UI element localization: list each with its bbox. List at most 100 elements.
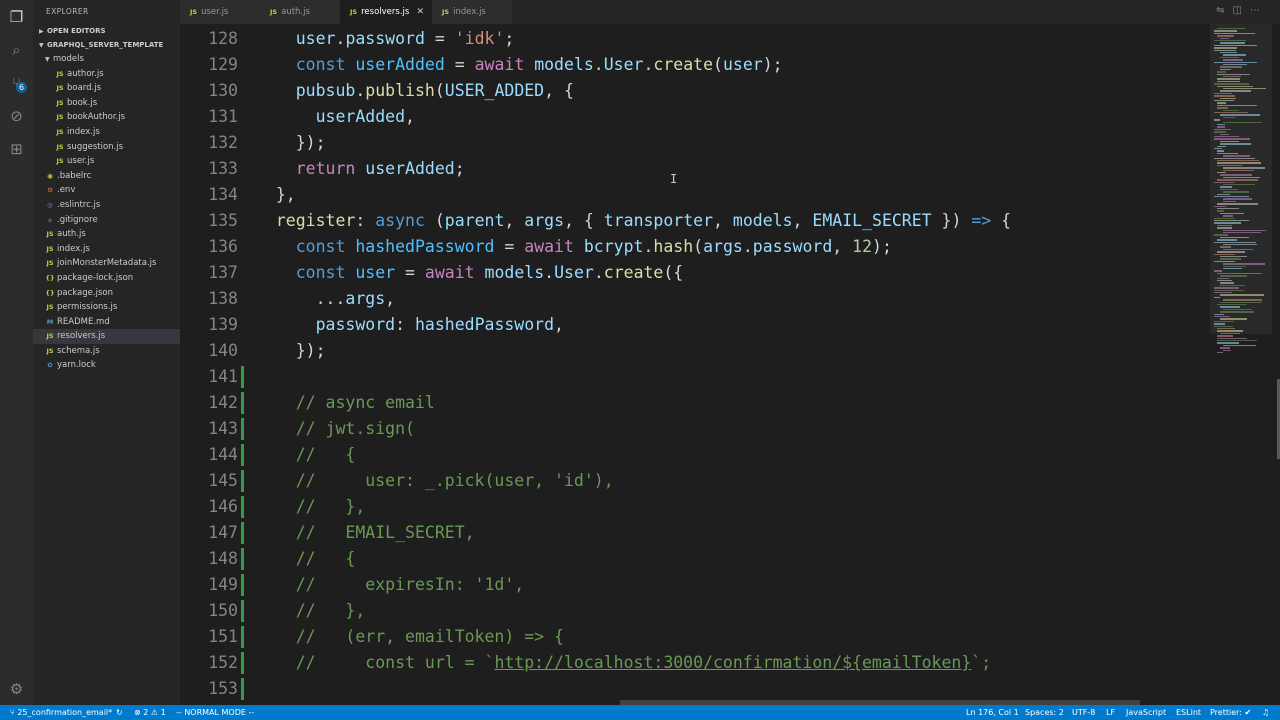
tab-auth-js[interactable]: JS auth.js xyxy=(260,0,340,24)
minimap-line xyxy=(1217,179,1258,181)
code-line: 135 register: async (parent, args, { tra… xyxy=(180,208,1280,234)
code-token: ... xyxy=(256,289,346,308)
minimap[interactable] xyxy=(1210,24,1272,705)
compare-icon[interactable]: ⇋ xyxy=(1216,5,1232,16)
tree-file[interactable]: JS index.js xyxy=(33,242,180,257)
minimap-line xyxy=(1220,294,1264,296)
tree-file[interactable]: JS auth.js xyxy=(33,227,180,242)
tree-file[interactable]: {} package-lock.json xyxy=(33,271,180,286)
js-file-icon: JS xyxy=(56,98,64,107)
tree-file[interactable]: JS user.js xyxy=(33,154,180,169)
code-text: userAdded, xyxy=(256,104,415,130)
code-token: // }, xyxy=(295,497,366,516)
files-icon[interactable]: ❐ xyxy=(0,0,33,33)
code-token: publish xyxy=(365,81,435,100)
source-control-icon[interactable]: ⑂ 6 xyxy=(0,66,33,99)
tree-file[interactable]: ✿ yarn.lock xyxy=(33,358,180,373)
vertical-scrollbar[interactable] xyxy=(1272,24,1280,705)
tree-file[interactable]: ◎ .eslintrc.js xyxy=(33,198,180,213)
tree-file[interactable]: ⚙ .env xyxy=(33,183,180,198)
extensions-icon[interactable]: ⊞ xyxy=(0,132,33,165)
minimap-line xyxy=(1214,260,1235,263)
project-section[interactable]: ▼ GRAPHQL_SERVER_TEMPLATE xyxy=(33,38,180,52)
line-number: 151 xyxy=(208,627,238,646)
minimap-line xyxy=(1217,164,1242,167)
close-icon[interactable]: ✕ xyxy=(416,0,424,24)
minimap-line xyxy=(1223,349,1231,351)
open-editors-section[interactable]: ▶ OPEN EDITORS xyxy=(33,24,180,38)
tab-index-js[interactable]: JS index.js xyxy=(432,0,512,24)
tree-item-label: author.js xyxy=(67,68,104,79)
minimap-line xyxy=(1217,124,1225,126)
prettier-status[interactable]: Prettier: ✔ xyxy=(1210,705,1251,720)
tree-file[interactable]: JS joinMonsterMetadata.js xyxy=(33,256,180,271)
indentation[interactable]: Spaces: 2 xyxy=(1025,705,1064,720)
tree-file[interactable]: JS author.js xyxy=(33,67,180,82)
encoding[interactable]: UTF-8 xyxy=(1072,705,1095,720)
line-ending[interactable]: LF xyxy=(1106,705,1115,720)
debug-icon[interactable]: ⊘ xyxy=(0,99,33,132)
tree-file[interactable]: ◉ .babelrc xyxy=(33,169,180,184)
minimap-line xyxy=(1217,172,1226,174)
more-icon[interactable]: ⋯ xyxy=(1250,5,1268,16)
tree-file[interactable]: JS bookAuthor.js xyxy=(33,110,180,125)
tree-file[interactable]: JS book.js xyxy=(33,96,180,111)
minimap-line xyxy=(1214,220,1249,222)
minimap-line xyxy=(1223,76,1241,78)
code-token: , xyxy=(554,315,564,334)
minimap-line xyxy=(1220,188,1238,191)
code-editor[interactable]: 128 user.password = 'idk'; 129 const user… xyxy=(180,24,1280,705)
js-file-icon: JS xyxy=(442,8,450,16)
tree-file[interactable]: JS resolvers.js xyxy=(33,329,180,344)
code-token: password xyxy=(315,315,396,334)
code-token: models xyxy=(534,55,594,74)
tree-file[interactable]: JS index.js xyxy=(33,125,180,140)
cursor-position[interactable]: Ln 176, Col 1 xyxy=(966,705,1019,720)
tree-folder[interactable]: ▼ models xyxy=(33,52,180,67)
search-icon[interactable]: ⌕ xyxy=(0,33,33,66)
minimap-line xyxy=(1214,100,1234,102)
tree-file[interactable]: JS schema.js xyxy=(33,344,180,359)
tree-item-label: .env xyxy=(57,185,76,196)
git-branch[interactable]: ⑂ 25_confirmation_email* xyxy=(10,705,112,720)
split-editor-icon[interactable]: ◫ xyxy=(1233,5,1250,16)
bell-icon[interactable]: ♫ xyxy=(1262,705,1269,720)
tree-file[interactable]: JS suggestion.js xyxy=(33,140,180,155)
code-token: : xyxy=(355,211,376,230)
added-line-marker xyxy=(241,678,244,700)
tree-file[interactable]: {} package.json xyxy=(33,286,180,301)
minimap-line xyxy=(1223,308,1252,311)
eslint-status[interactable]: ESLint xyxy=(1176,705,1201,720)
code-line: 142 // async email xyxy=(180,390,1280,416)
line-number: 129 xyxy=(208,55,238,74)
code-token: User xyxy=(554,263,594,282)
minimap-line xyxy=(1214,44,1257,47)
yarn-icon: ✿ xyxy=(47,361,53,370)
code-token: ({ xyxy=(663,263,684,282)
code-text: const hashedPassword = await bcrypt.hash… xyxy=(256,234,892,260)
code-token: // user: _.pick(user, 'id'), xyxy=(295,471,614,490)
js-file-icon: JS xyxy=(46,303,54,312)
chevron-right-icon: ▶ xyxy=(39,28,44,35)
tree-item-label: suggestion.js xyxy=(67,141,124,152)
minimap-line xyxy=(1220,311,1254,313)
language-mode[interactable]: JavaScript xyxy=(1126,705,1166,720)
gear-icon[interactable]: ⚙ xyxy=(0,672,33,705)
tree-file[interactable]: JS permissions.js xyxy=(33,300,180,315)
line-number: 152 xyxy=(208,653,238,672)
tab-resolvers-js[interactable]: JS resolvers.js ✕ xyxy=(340,0,432,24)
problems-indicator[interactable]: ⊗ 2 ⚠ 1 xyxy=(134,705,166,720)
sync-icon[interactable]: ↻ xyxy=(116,705,123,720)
tree-file[interactable]: JS board.js xyxy=(33,81,180,96)
tree-file[interactable]: ◆ .gitignore xyxy=(33,213,180,228)
minimap-line xyxy=(1214,95,1235,97)
tree-item-label: permissions.js xyxy=(57,302,118,313)
tree-file[interactable]: M README.md xyxy=(33,315,180,330)
tab-user-js[interactable]: JS user.js xyxy=(180,0,260,24)
minimap-line xyxy=(1214,217,1235,219)
code-token: ; xyxy=(454,159,465,178)
